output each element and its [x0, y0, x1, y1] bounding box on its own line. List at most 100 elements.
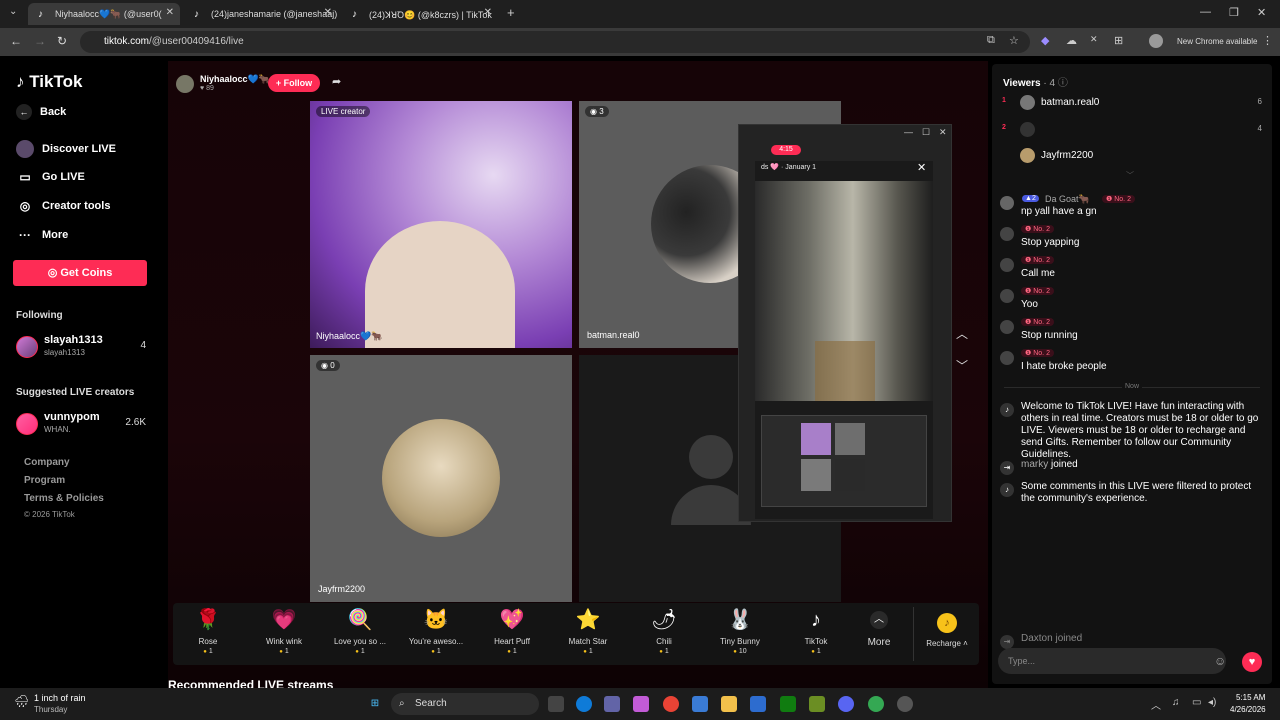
gift-match-star[interactable]: ⭐Match Star1 [553, 607, 623, 655]
gift-chili[interactable]: 🌶Chili1 [629, 607, 699, 655]
task-view-icon[interactable] [548, 696, 564, 712]
volume-icon[interactable]: ◂) [1208, 697, 1216, 708]
bookmark-star-icon[interactable]: ☆ [1009, 34, 1019, 47]
picture-in-picture-window[interactable]: — ☐ ✕ 4:15 ds 🩷 · January 1 ✕ [738, 124, 952, 522]
gift-tiny-bunny[interactable]: 🐰Tiny Bunny10 [705, 607, 775, 655]
gift-more-button[interactable]: ︿ More [849, 607, 909, 648]
join-icon: ⇥ [1000, 461, 1014, 475]
nav-creator-tools[interactable]: ◎ Creator tools [16, 199, 111, 213]
viewer-row[interactable]: Jayfrm2200 [1000, 148, 1262, 166]
more-dots-icon: ··· [19, 228, 31, 242]
tab-k8czrs[interactable]: ♪ (24)ꓘꓤꝹ😊 (@k8czrs) | TikTok ✕ [342, 3, 498, 25]
tab-search-chevron-icon[interactable]: ⌄ [9, 6, 17, 17]
comment-input[interactable]: Type... [998, 648, 1226, 674]
back-button[interactable]: ← Back [16, 104, 66, 120]
close-icon[interactable]: ✕ [324, 7, 332, 18]
taskbar-search[interactable]: ⌕ Search [391, 693, 539, 715]
back-arrow-icon[interactable]: ← [10, 34, 22, 48]
get-coins-button[interactable]: ◎ Get Coins [13, 260, 147, 286]
recharge-button[interactable]: ♪ Recharge ˄ [915, 607, 979, 648]
menu-kebab-icon[interactable]: ⋮ [1262, 34, 1273, 47]
extensions-puzzle-icon[interactable]: ⊞ [1114, 34, 1123, 47]
gift-tiktok[interactable]: ♪TikTok1 [781, 607, 851, 655]
footer-terms[interactable]: Terms & Policies [24, 493, 104, 504]
nav-more[interactable]: ··· More [16, 228, 68, 242]
gift-wink-wink[interactable]: 💗Wink wink1 [249, 607, 319, 655]
clock-date[interactable]: 4/26/2026 [1230, 705, 1266, 714]
nav-go-live[interactable]: ▭ Go LIVE [16, 170, 84, 184]
emoji-icon[interactable]: ☺ [1214, 654, 1226, 668]
chrome-icon[interactable] [663, 696, 679, 712]
forward-arrow-icon[interactable]: → [34, 34, 46, 48]
chat-message[interactable]: ❶ No. 2 I hate broke people [1000, 349, 1262, 375]
viewers-header[interactable]: Viewers · 4 ⓘ [1003, 74, 1068, 89]
footer-company[interactable]: Company [24, 457, 70, 468]
microphone-icon[interactable]: ♫ [1172, 697, 1180, 708]
new-tab-icon[interactable]: + [507, 5, 515, 20]
tray-chevron-icon[interactable]: ︿ [1151, 697, 1161, 712]
footer-program[interactable]: Program [24, 475, 65, 486]
close-icon[interactable]: ✕ [166, 7, 174, 18]
gift-heart-puff[interactable]: 💖Heart Puff1 [477, 607, 547, 655]
tab-janeshamarie[interactable]: ♪ (24)janeshamarie (@janeshaaj) ✕ [184, 3, 338, 25]
close-icon[interactable]: ✕ [939, 127, 947, 138]
copilot-icon[interactable] [633, 696, 649, 712]
minimize-icon[interactable]: — [1200, 6, 1211, 18]
gift-rose[interactable]: 🌹Rose1 [173, 607, 243, 655]
discord-icon[interactable] [838, 696, 854, 712]
extension-icon[interactable]: ✕ [1090, 34, 1098, 45]
chat-message[interactable]: ❶ No. 2 Stop running [1000, 318, 1262, 344]
close-window-icon[interactable]: ✕ [1257, 6, 1266, 19]
chat-message[interactable]: ❶ No. 2 Stop yapping [1000, 225, 1262, 251]
extension-icon[interactable]: ◆ [1041, 34, 1049, 47]
app-icon[interactable] [897, 696, 913, 712]
nav-discover-live[interactable]: Discover LIVE [16, 140, 116, 158]
scroll-down-chevron-icon[interactable]: ﹀ [956, 357, 968, 374]
gift-youre-awesome[interactable]: 🐱You're aweso...1 [401, 607, 471, 655]
clock-time[interactable]: 5:15 AM [1236, 693, 1265, 702]
host-name[interactable]: Niyhaalocc💙🐂 [200, 74, 270, 85]
close-icon[interactable]: ✕ [917, 161, 926, 174]
xbox-icon[interactable] [780, 696, 796, 712]
suggested-account[interactable]: vunnypom WHAN. 2.6K [16, 411, 146, 439]
host-avatar[interactable] [176, 75, 194, 93]
minimize-icon[interactable]: — [904, 127, 913, 137]
footer-copyright: © 2026 TikTok [24, 510, 75, 519]
profile-avatar[interactable] [1149, 34, 1163, 48]
teams-icon[interactable] [604, 696, 620, 712]
chat-message[interactable]: ❶ No. 2 Call me [1000, 256, 1262, 282]
windows-start-icon[interactable]: ⊞ [367, 696, 383, 712]
viewer-row[interactable]: 1 batman.real0 6 [1000, 95, 1262, 113]
minecraft-icon[interactable] [809, 696, 825, 712]
rank-badge: ❶ No. 2 [1021, 318, 1054, 326]
display-icon[interactable]: ▭ [1192, 697, 1201, 708]
reload-icon[interactable]: ↻ [57, 34, 67, 48]
close-icon[interactable]: ✕ [484, 7, 492, 18]
gift-heart-button[interactable]: ♥ [1242, 652, 1262, 672]
tab-niyhaalocc[interactable]: ♪ Niyhaalocc💙🐂 (@user0( ✕ [28, 3, 180, 25]
maximize-icon[interactable]: ☐ [922, 127, 930, 138]
weather-text[interactable]: 1 inch of rain [34, 693, 86, 703]
scroll-up-chevron-icon[interactable]: ︿ [956, 325, 968, 342]
viewer-row[interactable]: 2 4 [1000, 122, 1262, 140]
tiktok-logo[interactable]: ♪ TikTok [16, 72, 82, 92]
extension-icon[interactable]: ☁ [1066, 34, 1077, 47]
share-icon[interactable]: ➦ [332, 75, 341, 88]
expand-viewers-chevron-icon[interactable]: ﹀ [1126, 170, 1134, 181]
maximize-icon[interactable]: ❐ [1229, 6, 1239, 19]
address-bar[interactable]: tiktok.com/@user00409416/live [80, 31, 1030, 53]
new-chrome-available[interactable]: New Chrome available [1177, 37, 1257, 46]
live-tile-host[interactable]: LIVE creator Niyhaalocc💙🐂 [310, 101, 572, 348]
open-in-app-icon[interactable]: ⧉ [987, 34, 995, 47]
chat-message[interactable]: ❶ No. 2 Yoo [1000, 287, 1262, 313]
chrome-active-icon[interactable] [868, 696, 884, 712]
file-explorer-icon[interactable] [721, 696, 737, 712]
gift-love-you-so[interactable]: 🍭Love you so ...1 [325, 607, 395, 655]
store-icon[interactable] [692, 696, 708, 712]
following-account[interactable]: slayah1313 slayah1313 4 [16, 334, 146, 362]
edge-icon[interactable] [576, 696, 592, 712]
chat-message[interactable]: ▲2 Da Goat🐂 ❶ No. 2 np yall have a gn [1000, 194, 1262, 220]
live-tile-guest[interactable]: ◉ 0 Jayfrm2200 [310, 355, 572, 602]
follow-button[interactable]: + Follow [268, 74, 320, 92]
app-icon[interactable] [750, 696, 766, 712]
